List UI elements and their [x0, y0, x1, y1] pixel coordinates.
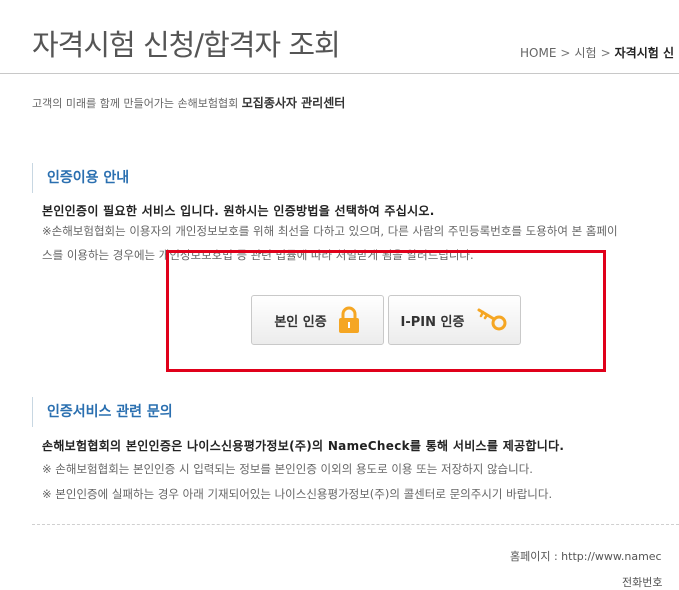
inquiry-note: ※ 손해보험협회는 본인인증 시 입력되는 정보를 본인인증 이외의 용도로 이… — [42, 462, 533, 476]
auth-guide-lead: 본인인증이 필요한 서비스 입니다. 원하시는 인증방법을 선택하여 주십시오. — [42, 204, 435, 218]
inquiry-note: ※ 본인인증에 실패하는 경우 아래 기재되어있는 나이스신용평가정보(주)의 … — [42, 487, 553, 501]
self-auth-button[interactable]: 본인 인증 — [251, 295, 384, 345]
section-divider — [32, 524, 679, 525]
footer-homepage: 홈페이지 : http://www.namec — [510, 550, 662, 563]
inquiry-heading: 인증서비스 관련 문의 — [32, 397, 173, 427]
padlock-icon — [337, 306, 361, 334]
breadcrumb-exam[interactable]: 시험 — [574, 46, 596, 60]
breadcrumb: HOME > 시험 > 자격시험 신 — [520, 44, 674, 61]
auth-method-highlight — [166, 250, 606, 372]
title-divider — [0, 73, 679, 74]
page-title: 자격시험 신청/합격자 조회 — [32, 28, 341, 62]
footer-phone: 전화번호 — [622, 576, 663, 589]
key-icon — [474, 308, 508, 332]
ipin-auth-label: I-PIN 인증 — [400, 314, 465, 330]
breadcrumb-separator-icon: > — [560, 46, 571, 60]
breadcrumb-home[interactable]: HOME — [520, 46, 556, 60]
ipin-auth-button[interactable]: I-PIN 인증 — [388, 295, 521, 345]
breadcrumb-current: 자격시험 신 — [614, 46, 675, 60]
auth-guide-heading: 인증이용 안내 — [32, 163, 129, 193]
subtitle-text: 고객의 미래를 함께 만들어가는 손해보험협회 — [32, 97, 239, 110]
inquiry-lead: 손해보험협회의 본인인증은 나이스신용평가정보(주)의 NameCheck를 통… — [42, 439, 565, 453]
page-subtitle: 고객의 미래를 함께 만들어가는 손해보험협회 모집종사자 관리센터 — [32, 94, 345, 111]
breadcrumb-separator-icon: > — [600, 46, 611, 60]
subtitle-center-name: 모집종사자 관리센터 — [241, 96, 346, 110]
self-auth-label: 본인 인증 — [274, 314, 327, 330]
auth-guide-note: ※손해보험협회는 이용자의 개인정보보호를 위해 최선을 다하고 있으며, 다른… — [42, 224, 618, 238]
